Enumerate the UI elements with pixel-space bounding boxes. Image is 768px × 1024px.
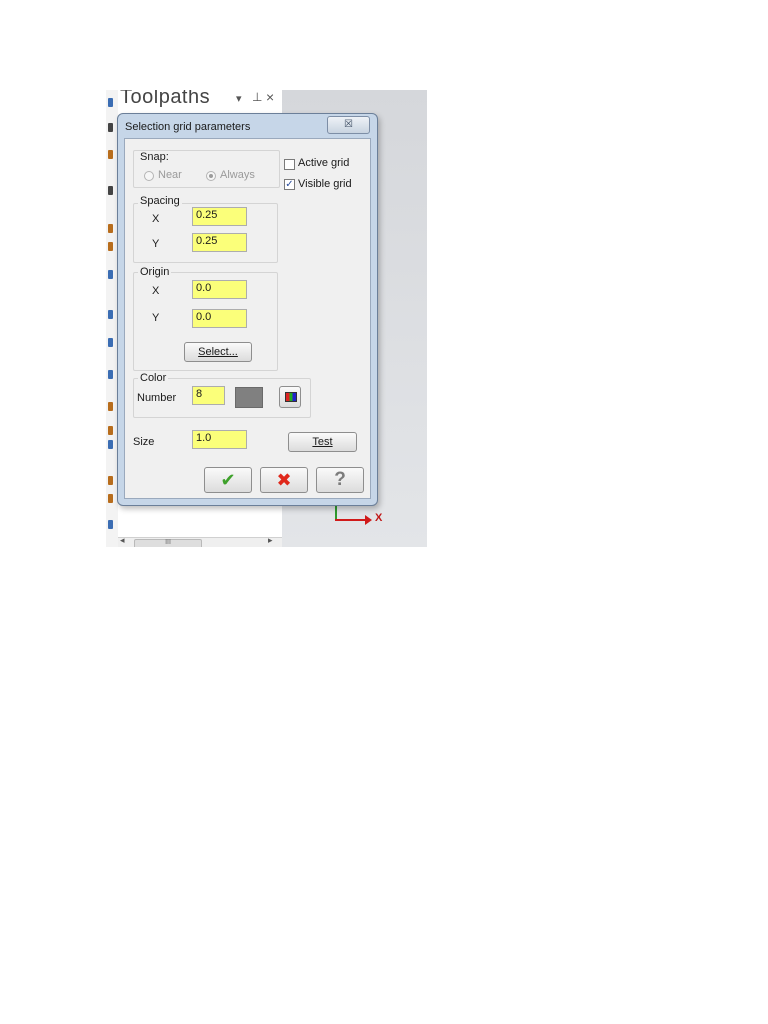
scroll-thumb[interactable]: III xyxy=(134,539,202,547)
origin-y-input[interactable]: 0.0 xyxy=(192,309,247,328)
color-palette-button[interactable] xyxy=(279,386,301,408)
color-label: Color xyxy=(138,372,169,384)
origin-x-label: X xyxy=(152,285,160,297)
dialog-title: Selection grid parameters xyxy=(125,121,251,133)
selection-grid-dialog: Selection grid parameters ☒ Snap: Near A… xyxy=(117,113,378,506)
active-grid-checkbox[interactable] xyxy=(284,159,295,170)
help-question-icon: ? xyxy=(334,469,346,490)
scroll-right-icon[interactable]: ▸ xyxy=(268,535,273,546)
snap-always-radio[interactable] xyxy=(206,171,216,181)
size-label: Size xyxy=(133,436,155,448)
spacing-x-input[interactable]: 0.25 xyxy=(192,207,247,226)
x-axis-indicator xyxy=(335,519,369,521)
size-input[interactable]: 1.0 xyxy=(192,430,247,449)
dialog-close-button[interactable]: ☒ xyxy=(327,116,370,134)
select-button[interactable]: Select... xyxy=(184,342,252,362)
visible-grid-label: Visible grid xyxy=(298,178,352,190)
color-number-input[interactable]: 8 xyxy=(192,386,225,405)
close-icon: ☒ xyxy=(344,119,353,130)
panel-dropdown-icon[interactable]: ▾ xyxy=(236,92,242,105)
cancel-button[interactable]: ✖ xyxy=(260,467,308,493)
x-axis-arrow-icon xyxy=(365,515,372,525)
snap-always-label: Always xyxy=(220,169,255,181)
spacing-label: Spacing xyxy=(138,195,182,207)
test-button[interactable]: Test xyxy=(288,432,357,452)
color-number-label: Number xyxy=(137,392,177,404)
spacing-y-label: Y xyxy=(152,238,160,250)
spacing-x-label: X xyxy=(152,213,160,225)
checkmark-icon: ✓ xyxy=(285,179,294,190)
scroll-left-icon[interactable]: ◂ xyxy=(120,535,125,546)
help-button[interactable]: ? xyxy=(316,467,364,493)
snap-label: Snap: xyxy=(138,151,171,163)
checkmark-icon: ✔ xyxy=(220,470,236,490)
ok-button[interactable]: ✔ xyxy=(204,467,252,493)
panel-pin-icon[interactable]: ⊥ xyxy=(252,90,262,104)
visible-grid-checkbox[interactable]: ✓ xyxy=(284,179,295,190)
spacing-y-input[interactable]: 0.25 xyxy=(192,233,247,252)
origin-x-input[interactable]: 0.0 xyxy=(192,280,247,299)
panel-horizontal-scrollbar[interactable]: ◂ III ▸ xyxy=(118,535,282,547)
color-palette-icon xyxy=(285,392,297,402)
snap-near-label: Near xyxy=(158,169,182,181)
panel-close-icon[interactable]: × xyxy=(266,90,274,105)
active-grid-label: Active grid xyxy=(298,157,350,169)
x-axis-label: X xyxy=(375,512,383,524)
snap-near-radio[interactable] xyxy=(144,171,154,181)
cross-icon: ✖ xyxy=(276,470,292,490)
dialog-body: Snap: Near Always Active grid ✓ Visible … xyxy=(124,138,371,499)
color-swatch xyxy=(235,387,263,408)
origin-label: Origin xyxy=(138,266,172,278)
origin-y-label: Y xyxy=(152,312,160,324)
panel-title: Toolpaths xyxy=(120,90,211,108)
